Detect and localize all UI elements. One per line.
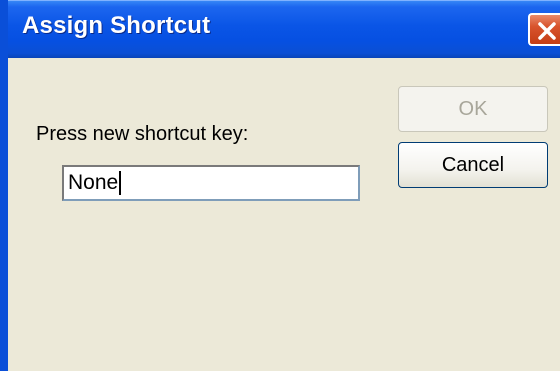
close-icon bbox=[538, 22, 556, 40]
title-bar[interactable]: Assign Shortcut bbox=[8, 0, 560, 58]
assign-shortcut-dialog: Assign Shortcut Press new shortcut key: … bbox=[0, 0, 560, 371]
dialog-body: Press new shortcut key: OK Cancel bbox=[8, 58, 560, 371]
shortcut-prompt-label: Press new shortcut key: bbox=[36, 123, 249, 145]
close-button[interactable] bbox=[528, 13, 560, 46]
ok-button[interactable]: OK bbox=[398, 86, 548, 132]
window-title: Assign Shortcut bbox=[22, 12, 211, 39]
shortcut-key-input[interactable] bbox=[62, 165, 360, 201]
cancel-button[interactable]: Cancel bbox=[398, 142, 548, 188]
text-caret bbox=[119, 171, 121, 195]
